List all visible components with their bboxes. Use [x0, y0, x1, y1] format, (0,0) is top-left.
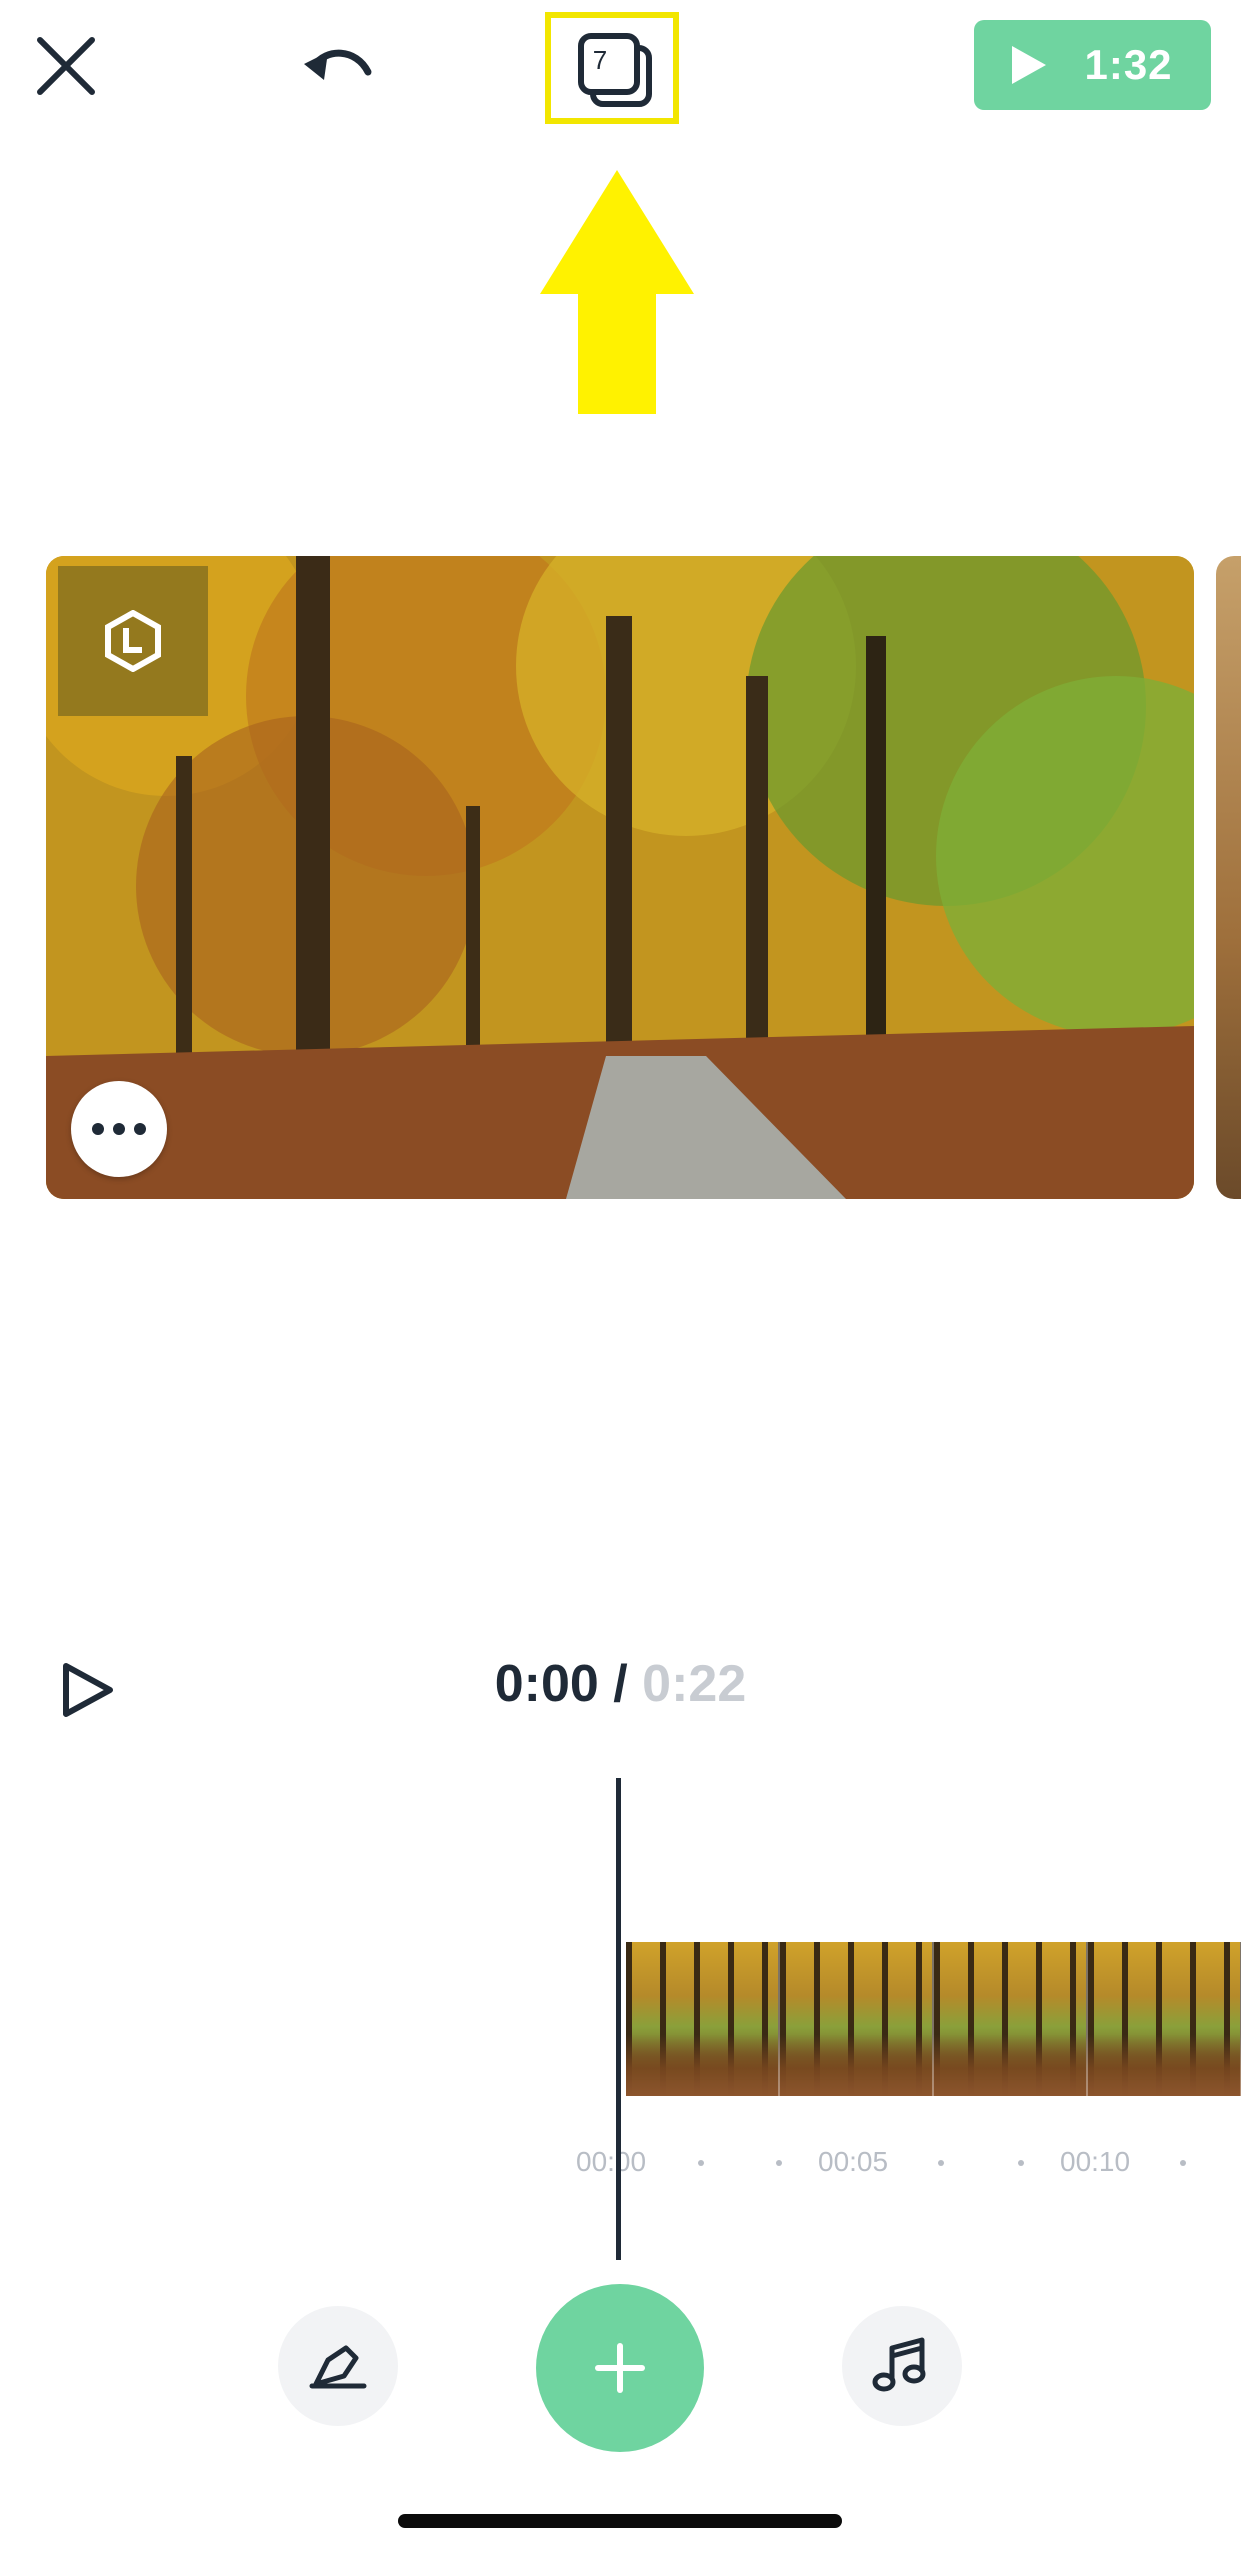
- timeline-track[interactable]: [626, 1942, 1241, 2096]
- current-time: 0:00: [494, 1655, 599, 1713]
- ruler-label: 00:00: [576, 2146, 647, 2177]
- more-dots-icon: [92, 1123, 146, 1135]
- ruler-label: 00:10: [1060, 2146, 1131, 2177]
- undo-button[interactable]: [300, 36, 380, 100]
- pen-icon: [309, 2345, 367, 2389]
- autumn-forest-image: [46, 556, 1194, 1199]
- close-button[interactable]: [32, 32, 100, 100]
- clips-count-button[interactable]: 7: [545, 12, 679, 124]
- ruler-dot: [938, 2160, 944, 2166]
- next-clip-preview[interactable]: [1216, 556, 1241, 1199]
- ruler-dot: [698, 2160, 704, 2166]
- preview-play-button[interactable]: 1:32: [974, 20, 1211, 110]
- music-button[interactable]: [842, 2306, 962, 2426]
- undo-icon: [304, 49, 372, 80]
- ruler-dot: [776, 2160, 782, 2166]
- clips-count: 7: [592, 45, 608, 75]
- timeline-thumbnail: [934, 1942, 1088, 2096]
- clip-more-button[interactable]: [71, 1081, 167, 1177]
- ruler-dot: [1018, 2160, 1024, 2166]
- home-indicator: [398, 2514, 842, 2528]
- close-icon: [37, 37, 95, 95]
- clip-preview[interactable]: [46, 556, 1194, 1199]
- play-icon: [1012, 46, 1047, 84]
- total-time: 0:22: [642, 1655, 747, 1713]
- edit-button[interactable]: [278, 2306, 398, 2426]
- highlight-arrow-icon: [540, 170, 694, 414]
- time-display: 0:00 / 0:22: [0, 1654, 1241, 1714]
- playhead[interactable]: [616, 1778, 621, 2260]
- timeline-thumbnail: [780, 1942, 934, 2096]
- ruler-label: 00:05: [818, 2146, 889, 2177]
- add-clip-button[interactable]: [536, 2284, 704, 2452]
- timeline-thumbnail: [1088, 1942, 1241, 2096]
- hexagon-logo-icon: [105, 610, 161, 672]
- timeline-thumbnail: [626, 1942, 780, 2096]
- time-separator: /: [613, 1655, 628, 1713]
- music-note-icon: [872, 2337, 926, 2392]
- preview-duration: 1:32: [1084, 41, 1173, 88]
- plus-icon: [595, 2343, 645, 2393]
- clip-badge: [58, 566, 208, 716]
- ruler-dot: [1180, 2160, 1186, 2166]
